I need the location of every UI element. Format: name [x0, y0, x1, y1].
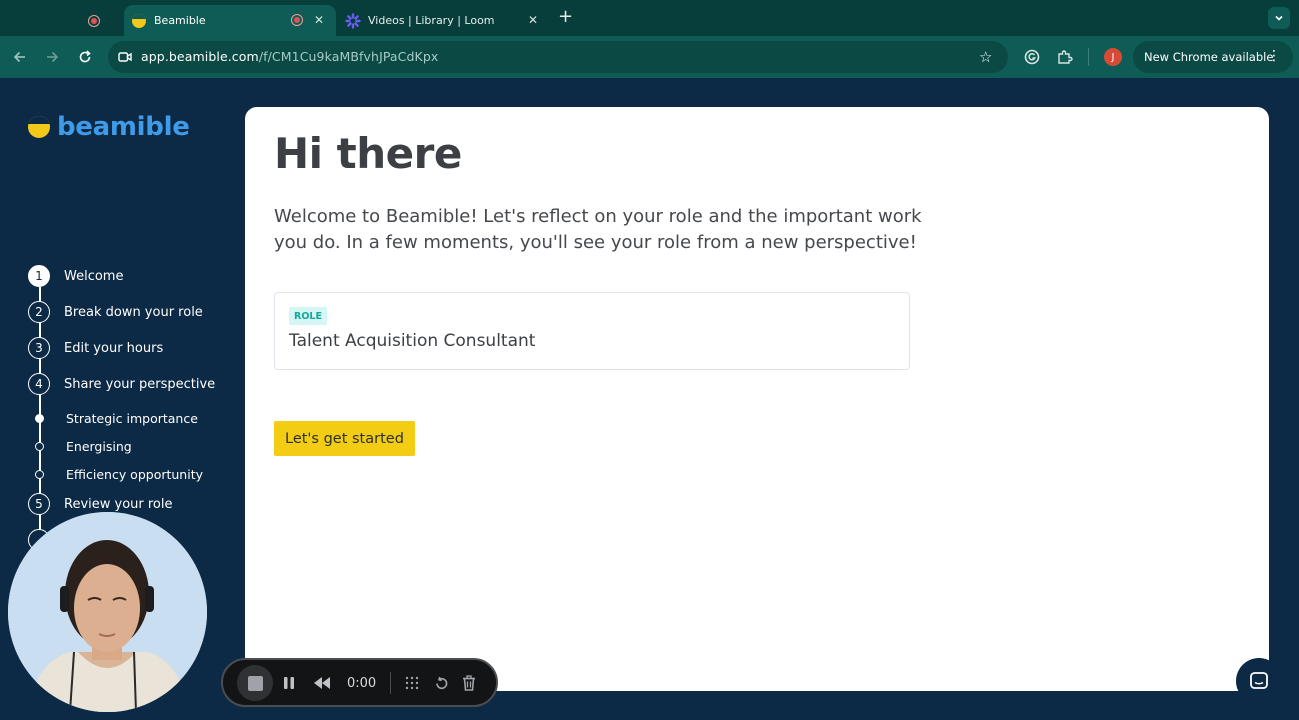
- substep-label: Strategic importance: [66, 411, 198, 426]
- drawing-tools-button[interactable]: [402, 672, 422, 694]
- browser-toolbar: app.beamible.com/f/CM1Cu9kaMBfvhJPaCdKpx…: [0, 36, 1299, 78]
- beamible-logo[interactable]: beamible: [28, 112, 190, 142]
- role-badge: ROLE: [289, 307, 327, 325]
- control-divider: [390, 672, 391, 694]
- substep-strategic-importance[interactable]: Strategic importance: [35, 411, 198, 426]
- forward-button[interactable]: [44, 49, 60, 65]
- extensions-puzzle-icon[interactable]: [1057, 49, 1073, 65]
- recording-indicator-icon: [291, 14, 303, 26]
- step-edit-hours[interactable]: 3 Edit your hours: [28, 337, 163, 359]
- presenter-video-image: [8, 512, 207, 712]
- tab-title: Beamible: [154, 14, 206, 27]
- recording-indicator-icon: [88, 14, 100, 27]
- pause-icon: [284, 677, 294, 689]
- support-chat-button[interactable]: [1236, 658, 1282, 704]
- substep-dot: [35, 414, 44, 423]
- recording-tab[interactable]: [88, 5, 114, 36]
- trash-icon: [463, 675, 475, 691]
- rewind-button[interactable]: [311, 672, 333, 694]
- step-label: Review your role: [64, 496, 173, 512]
- url-path: /f/CM1Cu9kaMBfvhJPaCdKpx: [258, 49, 439, 64]
- step-share-perspective[interactable]: 4 Share your perspective: [28, 373, 215, 395]
- tab-beamible[interactable]: Beamible ✕: [124, 5, 336, 36]
- step-number: 2: [28, 301, 50, 323]
- close-tab-icon[interactable]: ✕: [528, 13, 538, 27]
- substep-energising[interactable]: Energising: [35, 439, 132, 454]
- new-tab-icon[interactable]: +: [558, 8, 573, 26]
- webcam-bubble[interactable]: [8, 512, 207, 712]
- logo-mark-icon: [28, 116, 50, 138]
- step-label: Share your perspective: [64, 376, 216, 392]
- browser-tab-strip: Beamible ✕ Videos | Library | Loom ✕ +: [0, 0, 1299, 36]
- reload-button[interactable]: [77, 49, 93, 65]
- page-title: Hi there: [274, 129, 462, 178]
- bookmark-star-icon[interactable]: ☆: [979, 48, 992, 66]
- back-button[interactable]: [12, 49, 28, 65]
- welcome-card: Hi there Welcome to Beamible! Let's refl…: [245, 107, 1269, 691]
- loom-favicon-icon: [345, 12, 361, 29]
- step-label: Break down your role: [64, 304, 203, 320]
- tab-search-button[interactable]: [1268, 7, 1290, 29]
- chat-icon: [1250, 672, 1268, 689]
- camera-permission-icon[interactable]: [118, 50, 132, 64]
- grammarly-extension-icon[interactable]: [1024, 49, 1040, 65]
- welcome-text: Welcome to Beamible! Let's reflect on yo…: [274, 206, 922, 253]
- step-label: Welcome: [64, 268, 124, 284]
- reload-icon: [79, 50, 91, 63]
- beamible-favicon-icon: [132, 13, 146, 28]
- profile-avatar[interactable]: J: [1104, 48, 1122, 66]
- substep-dot: [35, 442, 44, 451]
- tab-loom[interactable]: Videos | Library | Loom ✕: [340, 5, 548, 36]
- update-label: New Chrome available: [1144, 50, 1274, 64]
- step-number: 5: [28, 493, 50, 515]
- url-host: app.beamible.com: [141, 49, 259, 64]
- step-number: 4: [28, 373, 50, 395]
- logo-text: beamible: [57, 112, 190, 142]
- pause-button[interactable]: [279, 672, 299, 694]
- recording-control-bar: 0:00: [221, 658, 498, 707]
- role-value: Talent Acquisition Consultant: [289, 331, 536, 351]
- chevron-down-icon: [1275, 15, 1283, 21]
- substep-label: Efficiency opportunity: [66, 467, 204, 482]
- substep-efficiency-opportunity[interactable]: Efficiency opportunity: [35, 467, 203, 482]
- close-tab-icon[interactable]: ✕: [314, 13, 324, 27]
- role-field: ROLE Talent Acquisition Consultant: [274, 292, 910, 370]
- step-label: Edit your hours: [64, 340, 164, 356]
- delete-recording-button[interactable]: [459, 672, 479, 694]
- step-welcome[interactable]: 1 Welcome: [28, 265, 123, 287]
- substep-label: Energising: [66, 439, 132, 454]
- step-number: 3: [28, 337, 50, 359]
- restart-button[interactable]: [431, 672, 451, 694]
- substep-dot: [35, 470, 44, 479]
- get-started-button[interactable]: Let's get started: [274, 421, 415, 456]
- stop-recording-button[interactable]: [237, 665, 273, 701]
- step-number: 1: [28, 265, 50, 287]
- new-chrome-available-button[interactable]: New Chrome available ⋮: [1133, 41, 1293, 73]
- rewind-icon: [314, 677, 330, 689]
- arrow-left-icon: [13, 51, 25, 63]
- step-break-down-role[interactable]: 2 Break down your role: [28, 301, 203, 323]
- kebab-menu-icon[interactable]: ⋮: [1267, 47, 1281, 65]
- toolbar-divider: [1088, 48, 1089, 66]
- dot-grid-icon: [405, 676, 419, 690]
- recording-timer: 0:00: [347, 675, 377, 691]
- arrow-right-icon: [47, 51, 59, 63]
- address-bar[interactable]: app.beamible.com/f/CM1Cu9kaMBfvhJPaCdKpx…: [108, 41, 1008, 73]
- tab-title: Videos | Library | Loom: [368, 14, 495, 27]
- url-text: app.beamible.com/f/CM1Cu9kaMBfvhJPaCdKpx: [141, 49, 438, 64]
- restart-icon: [435, 676, 447, 689]
